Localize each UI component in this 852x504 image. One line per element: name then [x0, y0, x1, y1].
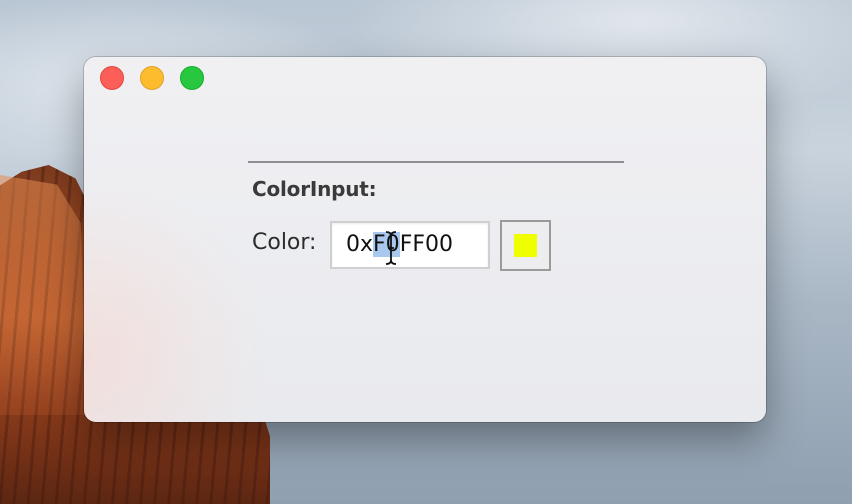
color-picker-button[interactable]	[500, 220, 551, 271]
color-hex-selection: F0	[373, 232, 400, 257]
section-separator	[248, 161, 624, 163]
color-hex-suffix: FF00	[399, 232, 453, 257]
color-label: Color:	[252, 230, 317, 255]
color-hex-prefix: 0x	[346, 232, 374, 257]
color-hex-input[interactable]: 0xF0FF00	[330, 221, 490, 269]
color-hex-value: 0xF0FF00	[346, 232, 453, 258]
zoom-icon[interactable]	[180, 66, 204, 90]
close-icon[interactable]	[100, 66, 124, 90]
section-title: ColorInput:	[252, 177, 377, 201]
color-swatch	[514, 234, 537, 257]
minimize-icon[interactable]	[140, 66, 164, 90]
app-window: ColorInput: Color: 0xF0FF00	[84, 57, 766, 422]
